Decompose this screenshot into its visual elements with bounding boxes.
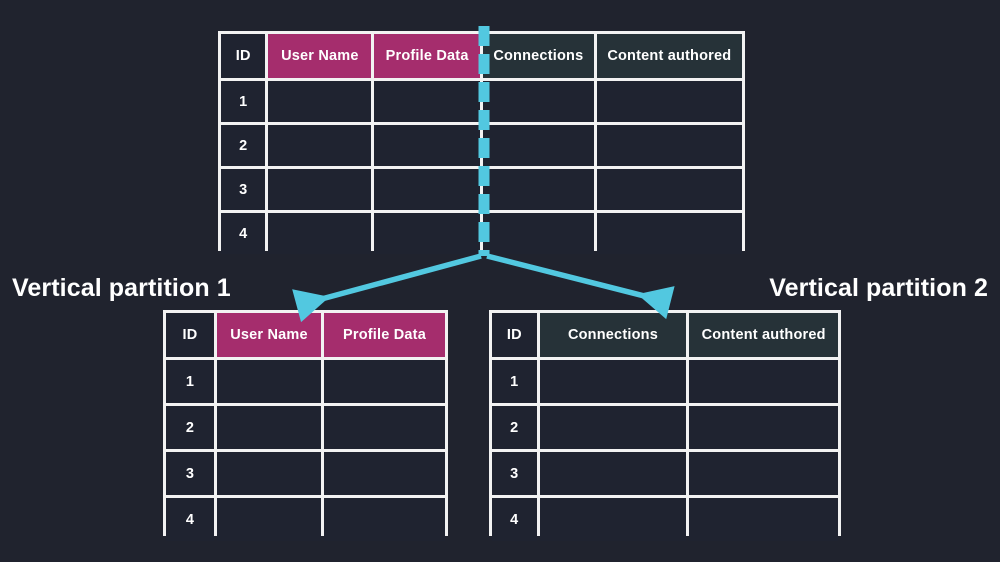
row-id-cell: 4 xyxy=(166,498,214,541)
partition-1-table: ID User Name Profile Data 1 2 3 4 xyxy=(163,310,448,541)
data-cell-connections xyxy=(539,360,687,403)
table-row: 2 xyxy=(166,406,445,449)
data-cell-content-authored xyxy=(689,360,838,403)
data-cell-connections xyxy=(539,406,687,449)
diagram-canvas: ID User Name Profile Data Connections Co… xyxy=(0,0,1000,562)
table-row: 4 xyxy=(492,498,838,541)
table-header-row: ID Connections Content authored xyxy=(492,313,838,357)
data-cell-content-authored xyxy=(596,213,742,254)
data-cell-connections xyxy=(483,125,594,166)
data-cell-profile-data xyxy=(374,125,480,166)
row-id-cell: 2 xyxy=(492,406,537,449)
header-cell-content-authored: Content authored xyxy=(596,34,742,78)
row-id-cell: 4 xyxy=(221,213,266,254)
header-cell-id: ID xyxy=(492,313,537,357)
table-row: 1 xyxy=(492,360,838,403)
table-row: 2 xyxy=(492,406,838,449)
data-cell-profile-data xyxy=(374,81,480,122)
row-id-cell: 3 xyxy=(492,452,537,495)
data-cell-user-name xyxy=(268,81,372,122)
table-row: 4 xyxy=(221,213,742,254)
data-cell-content-authored xyxy=(689,452,838,495)
header-cell-profile-data: Profile Data xyxy=(324,313,445,357)
data-cell-user-name xyxy=(217,498,321,541)
header-cell-connections: Connections xyxy=(483,34,594,78)
data-cell-connections xyxy=(483,213,594,254)
row-id-cell: 2 xyxy=(221,125,266,166)
table-row: 1 xyxy=(221,81,742,122)
data-cell-content-authored xyxy=(596,125,742,166)
arrow-to-partition-2 xyxy=(486,253,675,320)
table-row: 3 xyxy=(166,452,445,495)
data-cell-profile-data xyxy=(374,213,480,254)
data-cell-profile-data xyxy=(324,498,445,541)
table-row: 4 xyxy=(166,498,445,541)
data-cell-content-authored xyxy=(596,169,742,210)
data-cell-user-name xyxy=(268,169,372,210)
data-cell-user-name xyxy=(268,125,372,166)
partition-2-table: ID Connections Content authored 1 2 3 4 xyxy=(489,310,841,541)
data-cell-profile-data xyxy=(324,406,445,449)
table-header-row: ID User Name Profile Data Connections Co… xyxy=(221,34,742,78)
original-table: ID User Name Profile Data Connections Co… xyxy=(218,31,745,254)
table-row: 2 xyxy=(221,125,742,166)
header-cell-id: ID xyxy=(166,313,214,357)
arrow-to-partition-1 xyxy=(292,253,482,323)
data-cell-content-authored xyxy=(689,406,838,449)
header-cell-user-name: User Name xyxy=(268,34,372,78)
data-cell-content-authored xyxy=(689,498,838,541)
data-cell-connections xyxy=(483,169,594,210)
partition-1-caption: Vertical partition 1 xyxy=(12,274,231,302)
table-row: 1 xyxy=(166,360,445,403)
row-id-cell: 4 xyxy=(492,498,537,541)
header-cell-id: ID xyxy=(221,34,266,78)
data-cell-user-name xyxy=(217,360,321,403)
partition-2-caption: Vertical partition 2 xyxy=(769,274,988,302)
row-id-cell: 1 xyxy=(221,81,266,122)
table-row: 3 xyxy=(221,169,742,210)
row-id-cell: 2 xyxy=(166,406,214,449)
header-cell-profile-data: Profile Data xyxy=(374,34,480,78)
data-cell-user-name xyxy=(268,213,372,254)
data-cell-user-name xyxy=(217,452,321,495)
row-id-cell: 1 xyxy=(492,360,537,403)
header-cell-connections: Connections xyxy=(539,313,687,357)
table-row: 3 xyxy=(492,452,838,495)
data-cell-content-authored xyxy=(596,81,742,122)
header-cell-content-authored: Content authored xyxy=(689,313,838,357)
data-cell-profile-data xyxy=(324,452,445,495)
header-cell-user-name: User Name xyxy=(217,313,321,357)
row-id-cell: 3 xyxy=(221,169,266,210)
data-cell-connections xyxy=(539,452,687,495)
table-header-row: ID User Name Profile Data xyxy=(166,313,445,357)
data-cell-connections xyxy=(483,81,594,122)
row-id-cell: 3 xyxy=(166,452,214,495)
data-cell-connections xyxy=(539,498,687,541)
row-id-cell: 1 xyxy=(166,360,214,403)
data-cell-profile-data xyxy=(324,360,445,403)
data-cell-profile-data xyxy=(374,169,480,210)
data-cell-user-name xyxy=(217,406,321,449)
